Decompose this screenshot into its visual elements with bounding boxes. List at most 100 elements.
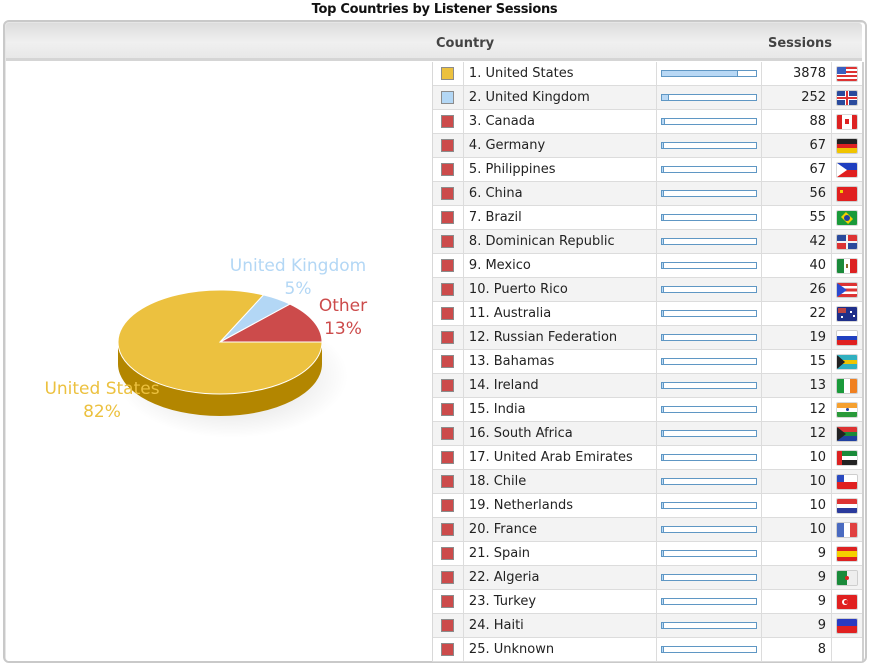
session-progress-bar [661,574,758,581]
table-row[interactable]: 24. Haiti 9 [433,614,862,638]
table-row[interactable]: 19. Netherlands 10 [433,494,862,518]
country-name: 15. India [464,398,658,421]
country-table: 1. United States 3878 2. United Kingdom … [432,62,862,662]
flag-us-icon [837,66,858,81]
table-row[interactable]: 10. Puerto Rico 26 [433,278,862,302]
session-progress-bar [661,502,758,509]
session-progress-fill [662,287,664,292]
country-name: 24. Haiti [464,614,658,637]
session-progress-bar [661,334,758,341]
table-row[interactable]: 17. United Arab Emirates 10 [433,446,862,470]
legend-swatch-cell [433,182,464,205]
legend-swatch [441,451,455,464]
session-count: 9 [762,542,833,565]
flag-cell [832,254,862,277]
table-row[interactable]: 1. United States 3878 [433,62,862,86]
legend-swatch [441,211,455,224]
table-row[interactable]: 6. China 56 [433,182,862,206]
flag-cell [832,278,862,301]
session-count: 9 [762,614,833,637]
legend-swatch-cell [433,470,464,493]
session-count: 10 [762,446,833,469]
session-count: 56 [762,182,833,205]
session-progress-bar [661,358,758,365]
session-bar-cell [657,470,763,493]
table-row[interactable]: 9. Mexico 40 [433,254,862,278]
table-row[interactable]: 20. France 10 [433,518,862,542]
table-row[interactable]: 8. Dominican Republic 42 [433,230,862,254]
legend-swatch [441,403,455,416]
legend-swatch-cell [433,278,464,301]
table-row[interactable]: 5. Philippines 67 [433,158,862,182]
session-bar-cell [657,110,763,133]
flag-cell [832,518,862,541]
country-name: 23. Turkey [464,590,658,613]
pie-label-percent: 82% [83,402,121,422]
table-row[interactable]: 3. Canada 88 [433,110,862,134]
flag-in-icon [837,402,858,417]
table-row[interactable]: 7. Brazil 55 [433,206,862,230]
session-progress-fill [662,599,664,604]
flag-de-icon [837,138,858,153]
pie-chart-area: Other 13% United Kingdom 5% United States 82% [8,62,432,661]
flag-cell [832,182,862,205]
table-row[interactable]: 25. Unknown 8 [433,638,862,662]
session-count: 55 [762,206,833,229]
table-row[interactable]: 13. Bahamas 15 [433,350,862,374]
session-bar-cell [657,182,763,205]
table-row[interactable]: 23. Turkey 9 [433,590,862,614]
session-bar-cell [657,230,763,253]
session-count: 10 [762,470,833,493]
legend-swatch [441,643,455,656]
session-progress-fill [662,215,664,220]
session-progress-fill [662,383,664,388]
session-progress-bar [661,142,758,149]
legend-swatch-cell [433,614,464,637]
session-bar-cell [657,206,763,229]
country-name: 19. Netherlands [464,494,658,517]
flag-cell [832,470,862,493]
legend-swatch [441,307,455,320]
legend-swatch [441,523,455,536]
chart-title: Top Countries by Listener Sessions [311,2,558,17]
session-bar-cell [657,254,763,277]
table-row[interactable]: 14. Ireland 13 [433,374,862,398]
country-name: 25. Unknown [464,638,658,661]
table-row[interactable]: 12. Russian Federation 19 [433,326,862,350]
session-progress-bar [661,478,758,485]
session-bar-cell [657,566,763,589]
table-row[interactable]: 2. United Kingdom 252 [433,86,862,110]
session-bar-cell [657,374,763,397]
flag-br-icon [837,210,858,225]
legend-swatch-cell [433,230,464,253]
legend-swatch [441,163,455,176]
column-header-country[interactable]: Country [436,36,494,51]
country-name: 20. France [464,518,658,541]
session-progress-bar [661,118,758,125]
table-row[interactable]: 15. India 12 [433,398,862,422]
session-progress-bar [661,382,758,389]
country-name: 3. Canada [464,110,658,133]
legend-swatch [441,67,455,80]
session-bar-cell [657,494,763,517]
table-row[interactable]: 18. Chile 10 [433,470,862,494]
session-progress-bar [661,454,758,461]
session-bar-cell [657,590,763,613]
session-count: 13 [762,374,833,397]
column-header-sessions[interactable]: Sessions [768,36,832,51]
table-row[interactable]: 21. Spain 9 [433,542,862,566]
session-count: 10 [762,494,833,517]
table-row[interactable]: 16. South Africa 12 [433,422,862,446]
session-progress-bar [661,406,758,413]
country-name: 4. Germany [464,134,658,157]
table-row[interactable]: 4. Germany 67 [433,134,862,158]
table-row[interactable]: 22. Algeria 9 [433,566,862,590]
session-count: 12 [762,422,833,445]
session-bar-cell [657,542,763,565]
legend-swatch-cell [433,110,464,133]
table-row[interactable]: 11. Australia 22 [433,302,862,326]
flag-za-icon [837,426,858,441]
legend-swatch-cell [433,494,464,517]
flag-ca-icon [837,114,858,129]
legend-swatch-cell [433,566,464,589]
